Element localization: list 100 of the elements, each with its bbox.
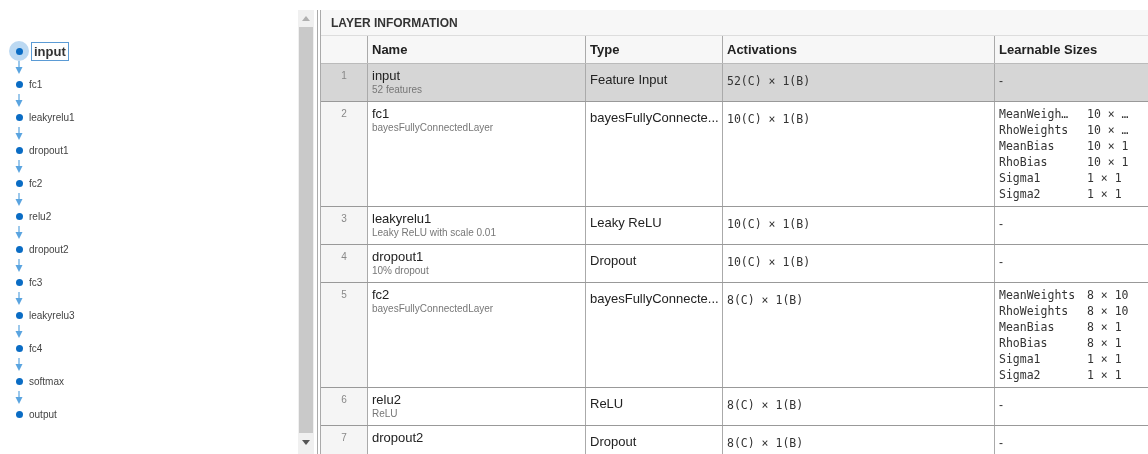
- learnable-size: 8 × 10: [1087, 287, 1129, 303]
- learnable-size: 1 × 1: [1087, 170, 1122, 186]
- node-label[interactable]: softmax: [29, 373, 64, 389]
- panel-title: LAYER INFORMATION: [331, 14, 458, 32]
- learnable-size: 10 × 1: [1087, 138, 1129, 154]
- table-row[interactable]: 4 dropout1 10% dropout Dropout 10(C) × 1(B) -: [321, 245, 1148, 283]
- learnable-size: 1 × 1: [1087, 186, 1122, 202]
- activation-size: 52(C) × 1(B): [727, 74, 811, 88]
- connector-arrow: [15, 160, 23, 173]
- node-label[interactable]: fc2: [29, 175, 43, 191]
- learnable-size: -: [999, 398, 1003, 412]
- node-label[interactable]: leakyrelu3: [29, 307, 75, 323]
- layer-name: input: [372, 67, 401, 84]
- learnable-name: MeanBias: [999, 319, 1056, 335]
- connector-arrow: [15, 292, 23, 305]
- node-label[interactable]: fc4: [29, 340, 43, 356]
- layer-name: dropout2: [372, 429, 424, 446]
- node-label[interactable]: leakyrelu1: [29, 109, 75, 125]
- layer-name: fc2: [372, 286, 390, 303]
- learnable-size: 1 × 1: [1087, 367, 1122, 383]
- learnable-name: Sigma1: [999, 351, 1042, 367]
- column-header[interactable]: Type: [590, 39, 620, 60]
- learnable-size: 8 × 1: [1087, 335, 1122, 351]
- connector-arrow: [15, 226, 23, 239]
- learnable-name: RhoWeights: [999, 122, 1070, 138]
- column-header[interactable]: Name: [372, 39, 408, 60]
- layer-name: fc1: [372, 105, 390, 122]
- connector-arrow: [15, 358, 23, 371]
- activation-size: 10(C) × 1(B): [727, 255, 811, 269]
- node-label[interactable]: relu2: [29, 208, 52, 224]
- scrollbar-thumb[interactable]: [299, 27, 313, 433]
- connector-arrow: [15, 391, 23, 404]
- layer-description: 10% dropout: [372, 265, 429, 277]
- learnable-name: Sigma1: [999, 170, 1042, 186]
- layer-name: relu2: [372, 391, 401, 408]
- activation-size: 10(C) × 1(B): [727, 112, 811, 126]
- node-label[interactable]: dropout2: [29, 241, 69, 257]
- row-number: 4: [341, 251, 347, 264]
- activation-size: 8(C) × 1(B): [727, 436, 804, 450]
- connector-arrow: [15, 61, 23, 74]
- table-row[interactable]: 7 dropout2 Dropout 8(C) × 1(B) -: [321, 426, 1148, 454]
- layer-description: Leaky ReLU with scale 0.01: [372, 227, 496, 239]
- learnable-name: RhoBias: [999, 154, 1049, 170]
- layer-type: Dropout: [590, 253, 637, 268]
- column-header[interactable]: Activations: [727, 39, 798, 60]
- learnable-size: -: [999, 74, 1003, 88]
- activation-size: 8(C) × 1(B): [727, 293, 804, 307]
- row-number: 2: [341, 108, 347, 121]
- layer-type: bayesFullyConnecte...: [590, 291, 719, 306]
- layer-name: dropout1: [372, 248, 424, 265]
- learnable-size: -: [999, 436, 1003, 450]
- table-row[interactable]: 1 input 52 features Feature Input 52(C) × 1(B) -: [321, 64, 1148, 102]
- table-row[interactable]: 6 relu2 ReLU ReLU 8(C) × 1(B) -: [321, 388, 1148, 426]
- activation-size: 10(C) × 1(B): [727, 217, 811, 231]
- learnable-size: 1 × 1: [1087, 351, 1122, 367]
- layer-type: Leaky ReLU: [590, 215, 662, 230]
- node-label[interactable]: input: [31, 41, 69, 61]
- column-header[interactable]: Learnable Sizes: [999, 39, 1098, 60]
- learnable-name: Sigma2: [999, 186, 1042, 202]
- row-number: 1: [341, 70, 347, 83]
- table-row[interactable]: 2 fc1 bayesFullyConnectedLayer bayesFullyConnecte... 10(C) × 1(B) MeanWeigh… 10 × … RhoWeights 10 × … MeanBias 10 × 1 RhoBias 10 × 1 Sigma1 1 × 1 Sigma2 1 × 1: [321, 102, 1148, 207]
- learnable-size: 10 × 1: [1087, 154, 1129, 170]
- layer-type: bayesFullyConnecte...: [590, 110, 719, 125]
- learnable-size: -: [999, 255, 1003, 269]
- table-row[interactable]: 5 fc2 bayesFullyConnectedLayer bayesFullyConnecte... 8(C) × 1(B) MeanWeights 8 × 10 RhoWeights 8 × 10 MeanBias 8 × 1 RhoBias 8 × 1 Sigma1 1 × 1 Sigma2 1 × 1: [321, 283, 1148, 388]
- layer-type: ReLU: [590, 396, 624, 411]
- learnable-name: RhoWeights: [999, 303, 1070, 319]
- learnable-name: RhoBias: [999, 335, 1049, 351]
- row-number: 6: [341, 394, 347, 407]
- learnable-name: MeanBias: [999, 138, 1056, 154]
- learnable-name: MeanWeights: [999, 287, 1077, 303]
- layer-name: leakyrelu1: [372, 210, 432, 227]
- connector-arrow: [15, 127, 23, 140]
- row-number: 3: [341, 213, 347, 226]
- scrollbar[interactable]: [298, 10, 314, 454]
- row-number: 7: [341, 432, 347, 445]
- layer-description: 52 features: [372, 84, 423, 96]
- node-label[interactable]: output: [29, 406, 57, 422]
- connector-arrow: [15, 193, 23, 206]
- learnable-size: -: [999, 217, 1003, 231]
- layer-description: ReLU: [372, 408, 398, 420]
- learnable-name: MeanWeigh…: [999, 106, 1070, 122]
- connector-arrow: [15, 94, 23, 107]
- layer-description: bayesFullyConnectedLayer: [372, 122, 494, 134]
- scroll-down-icon[interactable]: [302, 440, 310, 445]
- learnable-size: 8 × 1: [1087, 319, 1122, 335]
- connector-arrow: [15, 259, 23, 272]
- layer-type: Dropout: [590, 434, 637, 449]
- learnable-size: 10 × …: [1087, 122, 1129, 138]
- node-label[interactable]: fc1: [29, 76, 43, 92]
- node-label[interactable]: dropout1: [29, 142, 69, 158]
- row-number: 5: [341, 289, 347, 302]
- table-row[interactable]: 3 leakyrelu1 Leaky ReLU with scale 0.01 Leaky ReLU 10(C) × 1(B) -: [321, 207, 1148, 245]
- layer-type: Feature Input: [590, 72, 668, 87]
- learnable-size: 8 × 10: [1087, 303, 1129, 319]
- learnable-name: Sigma2: [999, 367, 1042, 383]
- layer-description: bayesFullyConnectedLayer: [372, 303, 494, 315]
- activation-size: 8(C) × 1(B): [727, 398, 804, 412]
- connector-arrow: [15, 325, 23, 338]
- node-label[interactable]: fc3: [29, 274, 43, 290]
